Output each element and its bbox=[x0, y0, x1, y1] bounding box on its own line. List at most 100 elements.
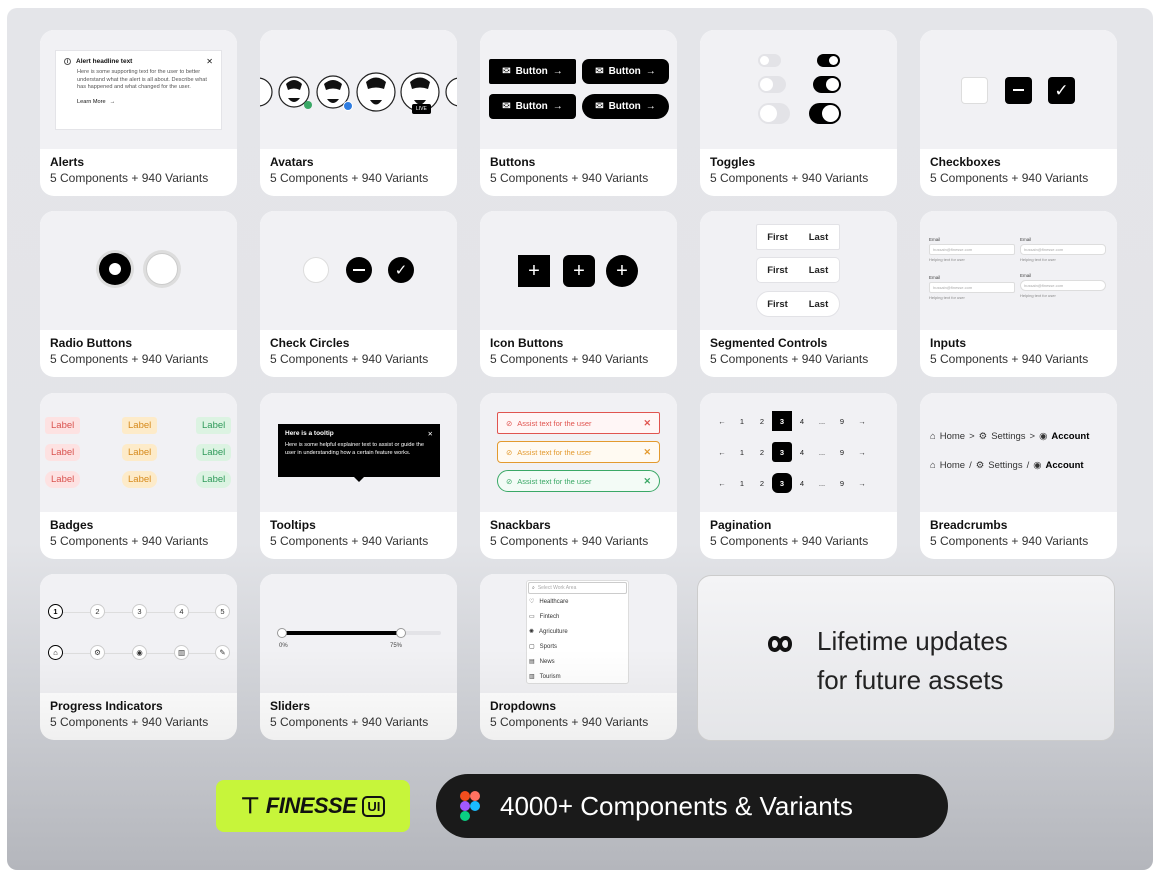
dropdown-item[interactable]: ✺ Agriculture bbox=[529, 628, 568, 636]
segment-first[interactable]: First bbox=[757, 225, 798, 249]
checkbox-indeterminate[interactable] bbox=[1005, 77, 1032, 104]
search-input[interactable]: ⌕ Select Work Area bbox=[528, 582, 627, 594]
email-field[interactable]: hussain@finesse.com bbox=[1020, 244, 1106, 255]
page-link[interactable]: 2 bbox=[752, 411, 772, 431]
card-pagination[interactable]: ← 1 2 3 4... 9 → ← 1 2 3 4... 9 → ← 1 2 3 4... 9 → Paginat… bbox=[700, 393, 897, 559]
card-snackbars[interactable]: ⊘ Assist text for the user ✕ ⊘ Assist text … bbox=[480, 393, 677, 559]
page-link[interactable]: 4 bbox=[792, 442, 812, 462]
segment-first[interactable]: First bbox=[757, 258, 798, 282]
email-field[interactable]: hussain@finesse.com bbox=[929, 244, 1015, 255]
email-field[interactable]: hussain@finesse.com bbox=[1020, 280, 1106, 291]
dropdown-item[interactable]: ▭ Fintech bbox=[529, 613, 559, 621]
page-link[interactable]: 1 bbox=[732, 442, 752, 462]
radio-unselected[interactable] bbox=[146, 253, 178, 285]
check-circle-empty[interactable] bbox=[303, 257, 329, 283]
slider-handle-start[interactable] bbox=[277, 628, 287, 638]
page-link[interactable]: 1 bbox=[732, 411, 752, 431]
card-toggles[interactable]: Toggles 5 Components + 940 Variants bbox=[700, 30, 897, 196]
checkbox-empty[interactable] bbox=[961, 77, 988, 104]
breadcrumb-home[interactable]: Home bbox=[940, 460, 965, 471]
page-link[interactable]: 2 bbox=[752, 442, 772, 462]
step-indicator-active[interactable]: 1 bbox=[48, 604, 63, 619]
page-link-active[interactable]: 3 bbox=[772, 473, 792, 493]
checkbox-checked[interactable]: ✓ bbox=[1048, 77, 1075, 104]
card-tooltips[interactable]: Here is a tooltip ✕ Here is some helpful … bbox=[260, 393, 457, 559]
breadcrumb-settings[interactable]: Settings bbox=[988, 460, 1022, 471]
card-icon-buttons[interactable]: + + + Icon Buttons 5 Components + 940 Va… bbox=[480, 211, 677, 377]
segment-first[interactable]: First bbox=[757, 292, 798, 316]
card-badges[interactable]: Label Label Label Label Label Label Labe… bbox=[40, 393, 237, 559]
slider-track[interactable] bbox=[277, 628, 441, 638]
breadcrumb-settings[interactable]: Settings bbox=[991, 431, 1025, 442]
gear-icon[interactable]: ⚙ bbox=[90, 645, 105, 660]
check-circle-checked[interactable]: ✓ bbox=[388, 257, 414, 283]
dropdown-item[interactable]: ▤ News bbox=[529, 658, 555, 666]
close-icon[interactable]: ✕ bbox=[643, 418, 651, 429]
arrow-left-icon[interactable]: ← bbox=[712, 473, 732, 493]
breadcrumb-home[interactable]: Home bbox=[940, 431, 965, 442]
card-dropdowns[interactable]: ⌕ Select Work Area ♡ Healthcare ▭ Fintech ✺… bbox=[480, 574, 677, 740]
close-icon[interactable]: ✕ bbox=[643, 447, 651, 458]
plus-icon[interactable]: + bbox=[518, 255, 550, 287]
segment-last[interactable]: Last bbox=[798, 225, 839, 249]
close-icon[interactable]: ✕ bbox=[643, 476, 651, 487]
input-sample[interactable]: Email hussain@finesse.com Helping text for… bbox=[929, 275, 1015, 300]
page-link-active[interactable]: 3 bbox=[772, 411, 792, 431]
slider-handle[interactable] bbox=[396, 628, 406, 638]
close-icon[interactable]: ✕ bbox=[428, 430, 433, 438]
step-indicator[interactable]: 5 bbox=[215, 604, 230, 619]
toggle-off[interactable] bbox=[758, 54, 781, 67]
segment-last[interactable]: Last bbox=[798, 292, 839, 316]
arrow-right-icon[interactable]: → bbox=[852, 473, 872, 493]
button-sample[interactable]: ✉ Button → bbox=[489, 94, 576, 119]
card-sliders[interactable]: 0% 75% Sliders 5 Components + 940 Varian… bbox=[260, 574, 457, 740]
input-sample[interactable]: Email hussain@finesse.com Helping text for… bbox=[929, 237, 1015, 262]
card-check-circles[interactable]: ✓ Check Circles 5 Components + 940 Varia… bbox=[260, 211, 457, 377]
check-circle-minus[interactable] bbox=[346, 257, 372, 283]
breadcrumb-account[interactable]: Account bbox=[1046, 460, 1084, 471]
step-indicator[interactable]: 2 bbox=[90, 604, 105, 619]
dropdown-item[interactable]: ▢ Sports bbox=[529, 643, 557, 651]
button-sample[interactable]: ✉ Button → bbox=[582, 59, 669, 84]
card-buttons[interactable]: ✉ Button → ✉ Button → ✉ Button → ✉ Button → Butt… bbox=[480, 30, 677, 196]
button-sample[interactable]: ✉ Button → bbox=[489, 59, 576, 84]
email-field[interactable]: hussain@finesse.com bbox=[929, 282, 1015, 293]
card-progress-indicators[interactable]: 1 2 3 4 5 ⌂ ⚙ ◉ ▥ ✎ Progress Indicators … bbox=[40, 574, 237, 740]
dropdown-item[interactable]: ♡ Healthcare bbox=[529, 598, 568, 606]
toggle-on[interactable] bbox=[817, 54, 840, 67]
toggle-off[interactable] bbox=[758, 76, 786, 93]
segment-last[interactable]: Last bbox=[798, 258, 839, 282]
map-icon[interactable]: ▥ bbox=[174, 645, 189, 660]
arrow-left-icon[interactable]: ← bbox=[712, 442, 732, 462]
card-alerts[interactable]: i Alert headline text ✕ Here is some sup… bbox=[40, 30, 237, 196]
segmented-control[interactable]: First Last bbox=[756, 224, 840, 250]
card-inputs[interactable]: Email hussain@finesse.com Helping text for… bbox=[920, 211, 1117, 377]
arrow-right-icon[interactable]: → bbox=[852, 411, 872, 431]
segmented-control[interactable]: First Last bbox=[756, 291, 840, 317]
learn-more-link[interactable]: Learn More bbox=[77, 99, 106, 105]
page-link[interactable]: 9 bbox=[832, 473, 852, 493]
page-link[interactable]: 9 bbox=[832, 442, 852, 462]
toggle-off[interactable] bbox=[758, 103, 790, 124]
arrow-right-icon[interactable]: → bbox=[852, 442, 872, 462]
radio-selected[interactable] bbox=[99, 253, 131, 285]
input-sample[interactable]: Email hussain@finesse.com Helping text for… bbox=[1020, 273, 1106, 298]
arrow-left-icon[interactable]: ← bbox=[712, 411, 732, 431]
toggle-on[interactable] bbox=[809, 103, 841, 124]
account-icon[interactable]: ◉ bbox=[132, 645, 147, 660]
toggle-on[interactable] bbox=[813, 76, 841, 93]
dropdown-item[interactable]: ▥ Tourism bbox=[529, 673, 561, 681]
segmented-control[interactable]: First Last bbox=[756, 257, 840, 283]
input-sample[interactable]: Email hussain@finesse.com Helping text for… bbox=[1020, 237, 1106, 262]
home-icon[interactable]: ⌂ bbox=[48, 645, 63, 660]
page-link[interactable]: 1 bbox=[732, 473, 752, 493]
close-icon[interactable]: ✕ bbox=[206, 57, 213, 66]
card-avatars[interactable]: LIVE Avatars 5 Components + 940 Variants bbox=[260, 30, 457, 196]
step-indicator[interactable]: 3 bbox=[132, 604, 147, 619]
page-link[interactable]: 4 bbox=[792, 411, 812, 431]
plus-icon[interactable]: + bbox=[563, 255, 595, 287]
page-link[interactable]: 4 bbox=[792, 473, 812, 493]
page-link[interactable]: 9 bbox=[832, 411, 852, 431]
card-breadcrumbs[interactable]: ⌂ Home > ⚙ Settings > ◉ Account ⌂ Home / ⚙ Settings… bbox=[920, 393, 1117, 559]
edit-icon[interactable]: ✎ bbox=[215, 645, 230, 660]
